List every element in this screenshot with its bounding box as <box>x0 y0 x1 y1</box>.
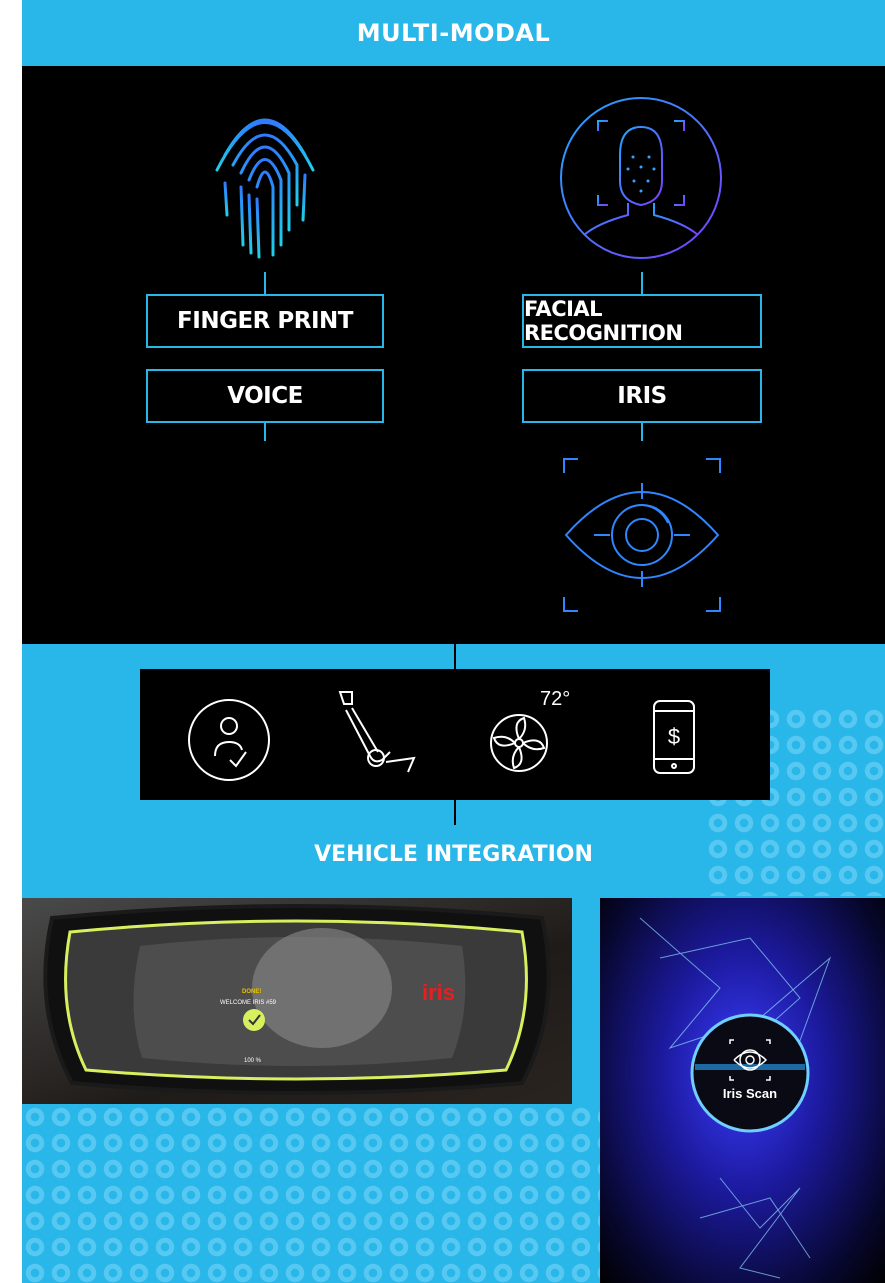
phone-iris-scan-photo: Iris Scan <box>600 898 885 1283</box>
iris-brand-logo: iris <box>422 980 456 1005</box>
connector-line <box>641 272 643 294</box>
label-facial-recognition: FACIAL RECOGNITION <box>522 294 762 348</box>
rearview-mirror-photo: DONE! WELCOME IRIS #59 100 % iris <box>22 898 572 1104</box>
face-recognition-icon <box>560 97 722 259</box>
mirror-welcome: WELCOME IRIS #59 <box>220 1000 277 1006</box>
seat-icon <box>338 691 416 773</box>
connector-line <box>454 800 456 825</box>
voice-waveform-icon <box>143 476 380 588</box>
iris-scan-label: Iris Scan <box>722 1086 778 1101</box>
section-title-vehicle-integration: VEHICLE INTEGRATION <box>314 842 593 867</box>
connector-line <box>264 272 266 294</box>
connector-line <box>454 644 456 669</box>
mirror-progress: 100 % <box>244 1058 262 1064</box>
dot-pattern-decoration <box>22 1104 600 1283</box>
iris-eye-icon <box>563 458 721 612</box>
user-check-icon <box>188 699 270 781</box>
label-fingerprint: FINGER PRINT <box>146 294 384 348</box>
connector-line <box>264 423 266 441</box>
phone-payment-icon: $ <box>653 700 695 774</box>
page-margin <box>0 0 22 1283</box>
label-voice: VOICE <box>146 369 384 423</box>
connector-line <box>641 423 643 441</box>
section-title-multimodal: MULTI-MODAL <box>22 0 885 66</box>
mirror-status: DONE! <box>242 989 262 995</box>
svg-text:$: $ <box>668 724 680 749</box>
fingerprint-icon <box>215 118 315 262</box>
climate-fan-icon <box>490 714 548 772</box>
temperature-label: 72° <box>540 688 571 710</box>
label-iris: IRIS <box>522 369 762 423</box>
